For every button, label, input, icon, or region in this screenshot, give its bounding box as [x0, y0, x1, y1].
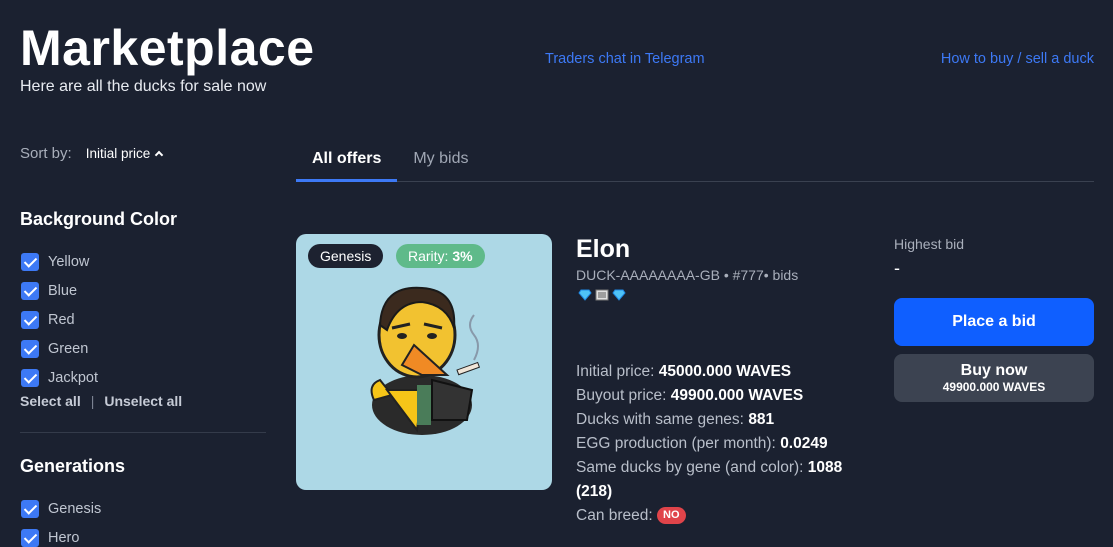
background-color-list: Yellow Blue Red Green Jackpot: [21, 247, 98, 392]
generations-list: Genesis Hero: [21, 494, 101, 547]
buy-now-price: 49900.000 WAVES: [942, 380, 1046, 394]
chevron-up-icon: [154, 150, 164, 160]
filter-label: Hero: [48, 529, 80, 546]
rarity-badge: Rarity: 3%: [396, 244, 485, 268]
initial-price-row: Initial price: 45000.000 WAVES: [576, 363, 792, 380]
sort-select[interactable]: Initial price: [85, 146, 164, 161]
tab-all-offers[interactable]: All offers: [296, 139, 398, 182]
buy-now-label: Buy now: [960, 362, 1028, 379]
sort-label: Sort by:: [20, 145, 72, 162]
filter-genesis[interactable]: Genesis: [21, 494, 101, 523]
select-controls: Select all | Unselect all: [20, 393, 182, 409]
filter-hero[interactable]: Hero: [21, 523, 101, 547]
sidebar-divider: [20, 432, 266, 433]
rarity-value: 3%: [452, 248, 473, 264]
how-to-buy-sell-link[interactable]: How to buy / sell a duck: [941, 51, 1094, 67]
genesis-badge: Genesis: [308, 244, 384, 268]
diamond-icon: [612, 289, 626, 301]
filter-red[interactable]: Red: [21, 305, 98, 334]
unselect-all-link[interactable]: Unselect all: [104, 393, 182, 409]
filter-green[interactable]: Green: [21, 334, 98, 363]
duck-card-image[interactable]: Genesis Rarity: 3%: [296, 234, 552, 490]
offers-tabs: All offers My bids: [296, 139, 1094, 182]
telegram-chat-link[interactable]: Traders chat in Telegram: [545, 51, 705, 67]
checkbox-checked-icon[interactable]: [21, 310, 39, 329]
checkbox-checked-icon[interactable]: [21, 252, 39, 271]
duck-name: Elon: [576, 235, 631, 263]
sort-control: Sort by: Initial price: [20, 145, 164, 162]
checkbox-checked-icon[interactable]: [21, 339, 39, 358]
checkbox-checked-icon[interactable]: [21, 499, 39, 518]
filter-jackpot[interactable]: Jackpot: [21, 363, 98, 392]
duck-id-line: DUCK-AAAAAAAA-GB • #777• bids: [576, 267, 799, 283]
checkbox-checked-icon[interactable]: [21, 528, 39, 547]
filter-label: Red: [48, 311, 75, 328]
highest-bid-value: -: [894, 258, 900, 278]
filter-label: Genesis: [48, 500, 102, 517]
rarity-label: Rarity:: [408, 248, 449, 264]
tab-my-bids[interactable]: My bids: [397, 139, 484, 182]
page-subtitle: Here are all the ducks for sale now: [20, 78, 267, 95]
place-bid-button[interactable]: Place a bid: [894, 298, 1094, 346]
page-title: Marketplace: [20, 20, 315, 76]
buy-now-button[interactable]: Buy now 49900.000 WAVES: [894, 354, 1094, 402]
can-breed-badge: NO: [657, 507, 686, 525]
diamond-icon: [578, 289, 592, 301]
buyout-price-row: Buyout price: 49900.000 WAVES: [576, 387, 804, 404]
generations-filter-title: Generations: [20, 456, 126, 476]
duck-illustration: [370, 286, 481, 435]
film-icon: [595, 289, 609, 301]
filter-label: Jackpot: [48, 369, 98, 386]
checkbox-checked-icon[interactable]: [21, 281, 39, 300]
can-breed-row: Can breed: NO: [576, 504, 876, 528]
duck-stats: Initial price: 45000.000 WAVES Buyout pr…: [576, 360, 876, 528]
background-color-filter-title: Background Color: [20, 209, 178, 229]
same-gene-color-row: Same ducks by gene (and color): 1088 (21…: [576, 459, 843, 500]
filter-blue[interactable]: Blue: [21, 276, 98, 305]
duck-traits: [578, 289, 626, 301]
egg-production-row: EGG production (per month): 0.0249: [576, 435, 828, 452]
same-genes-row: Ducks with same genes: 881: [576, 411, 775, 428]
filter-label: Yellow: [48, 253, 90, 270]
highest-bid-label: Highest bid: [894, 236, 965, 252]
filter-yellow[interactable]: Yellow: [21, 247, 98, 276]
filter-label: Green: [48, 340, 89, 357]
separator: |: [90, 393, 95, 409]
select-all-link[interactable]: Select all: [20, 393, 81, 409]
filter-label: Blue: [48, 282, 78, 299]
checkbox-checked-icon[interactable]: [21, 368, 39, 387]
sort-value: Initial price: [85, 146, 151, 161]
